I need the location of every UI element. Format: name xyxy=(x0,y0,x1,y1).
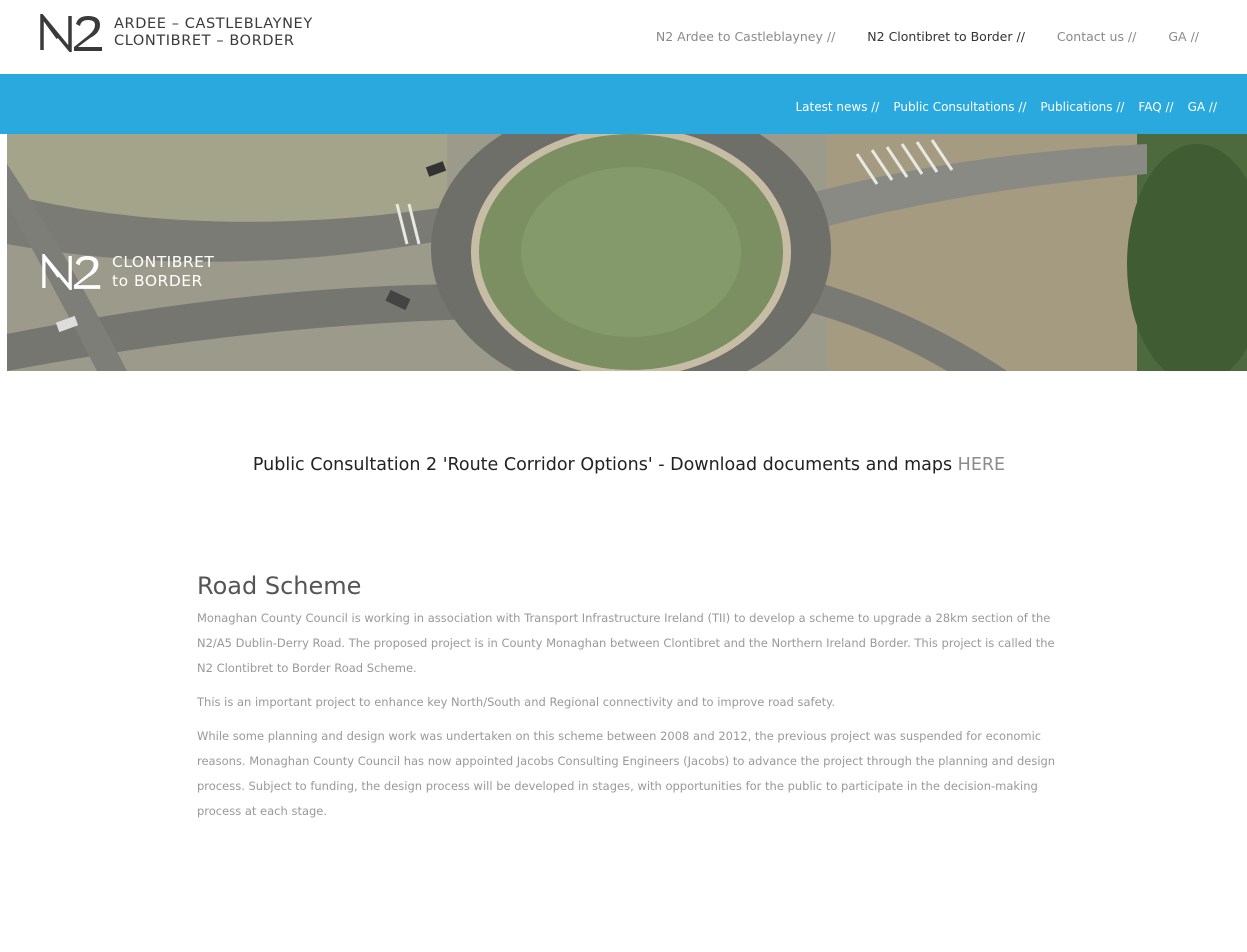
top-nav: N2 Ardee to Castleblayney // N2 Clontibr… xyxy=(624,29,1199,44)
n2-logo-white-icon xyxy=(42,254,101,290)
section-heading: Road Scheme xyxy=(197,572,362,600)
n2-logo-icon xyxy=(40,14,102,52)
subnav-latest-news[interactable]: Latest news // xyxy=(796,100,880,114)
nav-clontibret-border[interactable]: N2 Clontibret to Border // xyxy=(867,29,1025,44)
paragraph-1: Monaghan County Council is working in as… xyxy=(197,611,1055,675)
notice-here-link[interactable]: HERE xyxy=(958,455,1005,475)
banner-logo-line-2: to BORDER xyxy=(112,272,203,290)
nav-ardee-castleblayney[interactable]: N2 Ardee to Castleblayney // xyxy=(656,29,835,44)
sub-nav: Latest news // Public Consultations // P… xyxy=(782,100,1218,114)
nav-contact-us[interactable]: Contact us // xyxy=(1057,29,1136,44)
subnav-public-consultations[interactable]: Public Consultations // xyxy=(893,100,1026,114)
banner-logo: CLONTIBRET to BORDER xyxy=(42,253,214,291)
logo-text: ARDEE – CASTLEBLAYNEY CLONTIBRET – BORDE… xyxy=(114,16,313,50)
subnav-faq[interactable]: FAQ // xyxy=(1138,100,1173,114)
sub-nav-bar: Latest news // Public Consultations // P… xyxy=(0,74,1247,134)
subnav-publications[interactable]: Publications // xyxy=(1040,100,1124,114)
main-content: Road Scheme Monaghan County Council is w… xyxy=(197,572,1057,833)
paragraph-2: This is an important project to enhance … xyxy=(197,695,835,709)
logo-line-1: ARDEE – CASTLEBLAYNEY xyxy=(114,16,313,32)
subnav-ga[interactable]: GA // xyxy=(1188,100,1217,114)
site-header: ARDEE – CASTLEBLAYNEY CLONTIBRET – BORDE… xyxy=(0,0,1247,74)
logo-line-2: CLONTIBRET – BORDER xyxy=(114,33,295,49)
notice-text: Public Consultation 2 'Route Corridor Op… xyxy=(252,455,958,475)
banner-logo-text: CLONTIBRET to BORDER xyxy=(112,253,214,291)
site-logo[interactable]: ARDEE – CASTLEBLAYNEY CLONTIBRET – BORDE… xyxy=(40,14,313,52)
paragraph-3: While some planning and design work was … xyxy=(197,729,1056,818)
banner-logo-line-1: CLONTIBRET xyxy=(112,253,215,271)
hero-banner: CLONTIBRET to BORDER xyxy=(7,134,1247,371)
nav-ga[interactable]: GA // xyxy=(1168,29,1199,44)
consultation-notice: Public Consultation 2 'Route Corridor Op… xyxy=(0,455,1247,475)
